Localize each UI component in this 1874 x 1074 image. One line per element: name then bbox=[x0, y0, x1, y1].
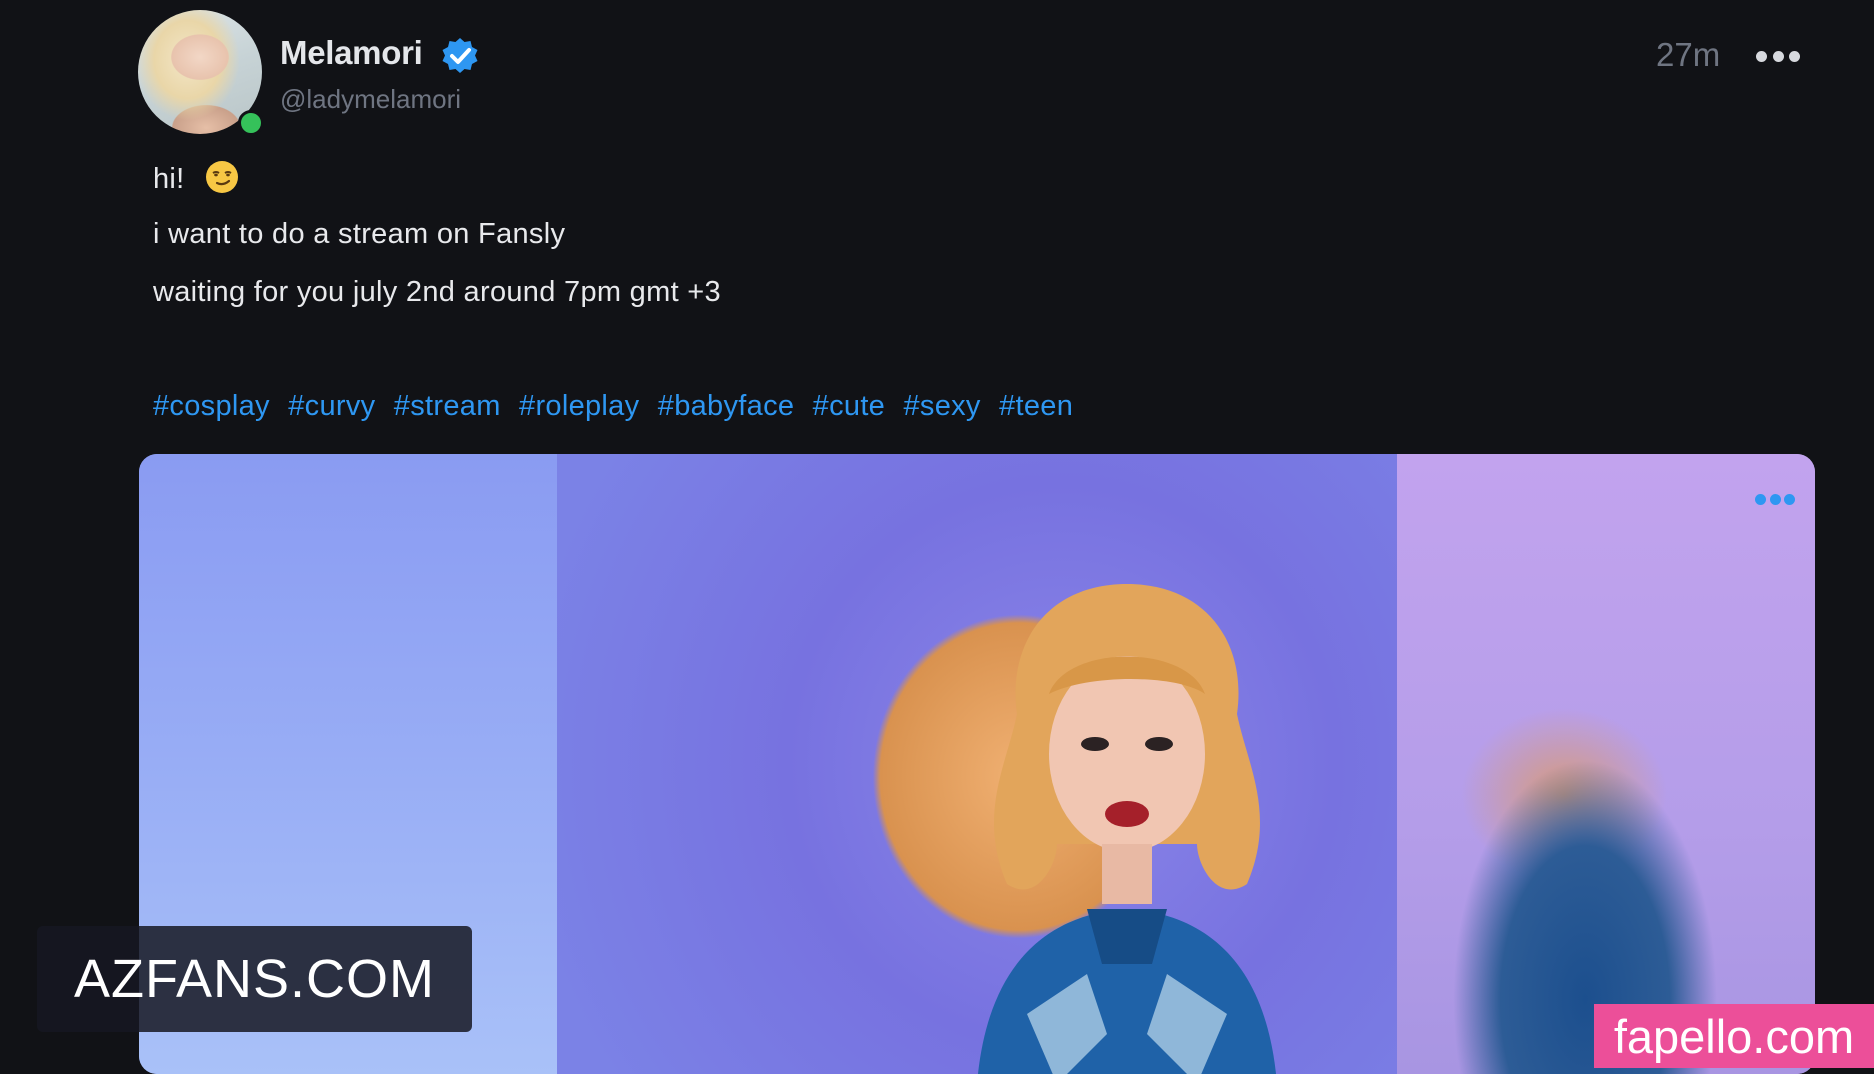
post-options-icon[interactable] bbox=[1756, 44, 1800, 68]
media-photo bbox=[557, 454, 1397, 1074]
hashtag-link[interactable]: #cosplay bbox=[153, 390, 270, 422]
media-options-icon[interactable] bbox=[1755, 494, 1795, 506]
verified-badge-icon bbox=[442, 38, 478, 73]
author-display-name[interactable]: Melamori bbox=[280, 34, 423, 72]
online-status-indicator bbox=[238, 110, 264, 136]
hashtag-link[interactable]: #cute bbox=[813, 390, 885, 422]
watermark-left: AZFANS.COM bbox=[37, 926, 472, 1032]
post-timestamp[interactable]: 27m bbox=[1656, 36, 1720, 74]
hashtag-link[interactable]: #stream bbox=[394, 390, 501, 422]
media-blur-right bbox=[1397, 454, 1815, 1074]
hashtag-link[interactable]: #babyface bbox=[658, 390, 795, 422]
hashtag-link[interactable]: #curvy bbox=[288, 390, 375, 422]
hashtag-link[interactable]: #roleplay bbox=[519, 390, 639, 422]
watermark-right: fapello.com bbox=[1594, 1004, 1874, 1068]
author-username[interactable]: @ladymelamori bbox=[280, 84, 461, 115]
hashtag-link[interactable]: #teen bbox=[999, 390, 1073, 422]
post-text-line-1: hi! bbox=[153, 163, 185, 195]
smirk-face-icon bbox=[205, 161, 238, 193]
hashtag-list: #cosplay #curvy #stream #roleplay #babyf… bbox=[153, 390, 1083, 423]
post-text-line: hi! bbox=[153, 160, 239, 196]
hashtag-link[interactable]: #sexy bbox=[903, 390, 980, 422]
cosplay-person-figure bbox=[978, 584, 1276, 1074]
post-text-line-2: i want to do a stream on Fansly bbox=[153, 218, 566, 250]
post-text-line-3: waiting for you july 2nd around 7pm gmt … bbox=[153, 276, 721, 308]
